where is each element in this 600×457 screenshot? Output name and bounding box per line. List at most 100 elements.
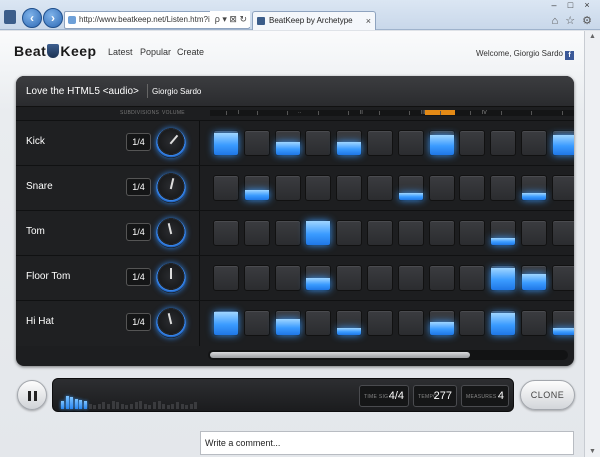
step-pad[interactable]	[459, 175, 486, 201]
step-pad[interactable]	[305, 175, 332, 201]
comment-input[interactable]: Write a comment...	[200, 431, 574, 455]
nav-latest[interactable]: Latest	[108, 47, 133, 57]
step-pad[interactable]	[336, 130, 363, 156]
step-pad[interactable]	[490, 265, 517, 291]
gear-icon[interactable]: ⚙	[582, 15, 592, 27]
step-pad[interactable]	[336, 220, 363, 246]
step-pad[interactable]	[551, 130, 574, 156]
step-pad[interactable]	[490, 130, 517, 156]
volume-knob[interactable]	[156, 218, 186, 248]
scroll-up-icon[interactable]: ▲	[589, 33, 596, 40]
step-pad[interactable]	[397, 130, 424, 156]
step-pad[interactable]	[521, 220, 547, 246]
maximize-button[interactable]: □	[563, 0, 577, 10]
volume-knob[interactable]	[156, 263, 186, 293]
time-signature[interactable]: TIME SIG 4/4	[359, 385, 409, 407]
subdivision-selector[interactable]: 1/4	[126, 313, 151, 331]
subdivision-selector[interactable]: 1/4	[126, 133, 151, 151]
page-scrollbar[interactable]: ▲ ▼	[584, 31, 600, 457]
close-window-button[interactable]: ×	[580, 0, 594, 10]
subdivision-selector[interactable]: 1/4	[126, 178, 151, 196]
step-pad[interactable]	[213, 265, 239, 291]
step-pad[interactable]	[367, 175, 393, 201]
step-pad[interactable]	[367, 130, 393, 156]
step-pad[interactable]	[459, 310, 486, 336]
step-pad[interactable]	[521, 265, 547, 291]
step-pad[interactable]	[490, 310, 517, 336]
step-pad[interactable]	[213, 130, 239, 156]
facebook-icon[interactable]: f	[565, 51, 574, 60]
step-pad[interactable]	[243, 265, 270, 291]
tab-title: BeatKeep by Archetype	[269, 16, 353, 25]
step-pad[interactable]	[274, 175, 301, 201]
step-pad[interactable]	[521, 175, 547, 201]
step-pad[interactable]	[243, 310, 270, 336]
measures[interactable]: MEASURES 4	[461, 385, 509, 407]
step-pad[interactable]	[305, 220, 332, 246]
step-pad[interactable]	[243, 175, 270, 201]
step-pad[interactable]	[305, 130, 332, 156]
step-pad[interactable]	[428, 310, 455, 336]
back-arrow-icon[interactable]: ‹	[22, 8, 42, 28]
tempo[interactable]: TEMPO 277	[413, 385, 457, 407]
step-pad[interactable]	[274, 310, 301, 336]
step-pad[interactable]	[367, 265, 393, 291]
clone-button[interactable]: CLONE	[520, 380, 575, 410]
step-pad[interactable]	[305, 265, 332, 291]
volume-knob[interactable]	[156, 308, 186, 338]
step-pad[interactable]	[305, 310, 332, 336]
step-pad[interactable]	[367, 310, 393, 336]
favorites-icon[interactable]: ☆	[565, 15, 575, 27]
step-pad[interactable]	[336, 310, 363, 336]
step-pad[interactable]	[459, 130, 486, 156]
minimize-button[interactable]: –	[547, 0, 561, 10]
step-pad[interactable]	[428, 130, 455, 156]
subdivision-selector[interactable]: 1/4	[126, 223, 151, 241]
browser-tab[interactable]: BeatKeep by Archetype ×	[252, 11, 376, 30]
step-pad[interactable]	[551, 265, 574, 291]
step-pad[interactable]	[336, 175, 363, 201]
nav-create[interactable]: Create	[177, 47, 204, 57]
step-pad[interactable]	[397, 265, 424, 291]
step-pad[interactable]	[367, 220, 393, 246]
grid-scroll-thumb[interactable]	[210, 352, 470, 358]
step-pad[interactable]	[551, 310, 574, 336]
step-pad[interactable]	[521, 130, 547, 156]
step-pad[interactable]	[243, 130, 270, 156]
volume-knob[interactable]	[156, 173, 186, 203]
address-tools[interactable]: ρ ▾ ⊠ ↻ ×	[210, 11, 250, 40]
subdivision-selector[interactable]: 1/4	[126, 268, 151, 286]
grid-scrollbar[interactable]	[208, 350, 568, 360]
step-pad[interactable]	[551, 175, 574, 201]
pause-button[interactable]	[17, 380, 47, 410]
step-pad[interactable]	[428, 220, 455, 246]
step-pad[interactable]	[459, 220, 486, 246]
site-icon	[68, 16, 76, 24]
step-pad[interactable]	[213, 310, 239, 336]
step-pad[interactable]	[274, 265, 301, 291]
forward-arrow-icon[interactable]: ›	[43, 8, 63, 28]
scroll-down-icon[interactable]: ▼	[589, 448, 596, 455]
step-pad[interactable]	[490, 220, 517, 246]
step-pad[interactable]	[213, 175, 239, 201]
step-pad[interactable]	[397, 175, 424, 201]
home-icon[interactable]: ⌂	[551, 15, 558, 27]
step-pad[interactable]	[274, 220, 301, 246]
step-pad[interactable]	[551, 220, 574, 246]
site-logo[interactable]: Beat Keep	[14, 43, 97, 59]
step-pad[interactable]	[490, 175, 517, 201]
step-pad[interactable]	[397, 310, 424, 336]
step-pad[interactable]	[274, 130, 301, 156]
step-pad[interactable]	[521, 310, 547, 336]
close-tab-icon[interactable]: ×	[366, 12, 371, 30]
step-pad[interactable]	[213, 220, 239, 246]
step-pad[interactable]	[243, 220, 270, 246]
step-pad[interactable]	[428, 265, 455, 291]
step-pad[interactable]	[459, 265, 486, 291]
volume-knob[interactable]	[156, 128, 186, 158]
song-author[interactable]: Giorgio Sardo	[152, 87, 201, 96]
step-pad[interactable]	[336, 265, 363, 291]
step-pad[interactable]	[428, 175, 455, 201]
nav-popular[interactable]: Popular	[140, 47, 171, 57]
step-pad[interactable]	[397, 220, 424, 246]
